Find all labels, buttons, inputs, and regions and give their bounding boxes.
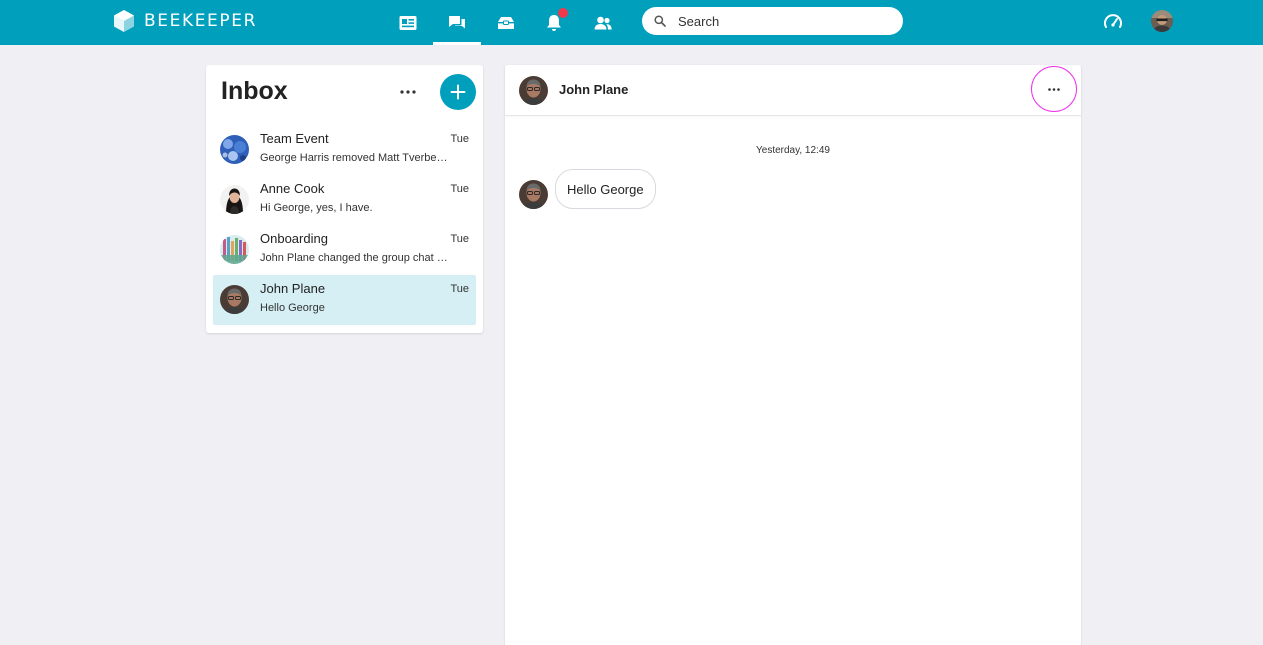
group-avatar-image	[220, 135, 249, 164]
message-bubble[interactable]: Hello George	[555, 169, 656, 209]
more-horizontal-icon	[1048, 87, 1060, 91]
search-icon	[654, 15, 666, 27]
nav-newsfeed[interactable]	[384, 0, 432, 45]
conversation-preview: John Plane changed the group chat …	[260, 252, 448, 264]
conversation-name: Onboarding	[260, 231, 328, 246]
nav-chats[interactable]	[433, 0, 481, 45]
conversation-name: Team Event	[260, 131, 329, 146]
conversation-preview: Hello George	[260, 302, 325, 314]
conversation-item[interactable]: Anne Cook Tue Hi George, yes, I have.	[213, 175, 476, 225]
man-avatar-image	[220, 285, 249, 314]
conversation-time: Tue	[450, 183, 469, 195]
man-avatar-image	[519, 76, 548, 105]
more-horizontal-icon	[400, 90, 416, 94]
notification-badge	[558, 8, 568, 18]
contact-name[interactable]: John Plane	[559, 82, 628, 97]
brand-name: BEEKEEPER	[144, 11, 257, 31]
dashboard-button[interactable]	[1101, 10, 1125, 34]
group-avatar-image	[220, 235, 249, 264]
beekeeper-logo-icon	[114, 10, 134, 32]
brand[interactable]: BEEKEEPER	[113, 9, 257, 33]
conversation-avatar	[220, 285, 249, 314]
user-avatar-image	[1151, 10, 1173, 32]
people-icon	[594, 16, 612, 29]
conversation-time: Tue	[450, 283, 469, 295]
plus-icon	[450, 84, 466, 100]
chat-panel: John Plane Yesterday, 12:49 Hello George	[505, 65, 1081, 645]
conversation-preview: George Harris removed Matt Tverbe…	[260, 152, 448, 164]
conversation-avatar	[220, 135, 249, 164]
top-bar: BEEKEEPER	[0, 0, 1263, 45]
nav-tools[interactable]	[482, 0, 530, 45]
conversation-preview: Hi George, yes, I have.	[260, 202, 373, 214]
conversation-avatar	[220, 235, 249, 264]
inbox-title: Inbox	[221, 77, 288, 105]
tools-icon	[498, 16, 514, 29]
date-divider: Yesterday, 12:49	[756, 145, 830, 156]
conversation-time: Tue	[450, 133, 469, 145]
contact-avatar[interactable]	[519, 76, 548, 105]
conversation-avatar	[220, 185, 249, 214]
nav-people[interactable]	[579, 0, 627, 45]
woman-avatar-image	[220, 185, 249, 214]
conversation-item-selected[interactable]: John Plane Tue Hello George	[213, 275, 476, 325]
chat-icon	[449, 15, 465, 28]
newsfeed-icon	[399, 15, 417, 30]
inbox-more-button[interactable]	[394, 80, 422, 104]
man-avatar-image	[519, 180, 548, 209]
search-box[interactable]	[642, 7, 903, 35]
conversation-name: John Plane	[260, 281, 326, 296]
conversation-item[interactable]: Onboarding Tue John Plane changed the gr…	[213, 225, 476, 275]
inbox-panel: Inbox Team Event Tue George Harris remov…	[206, 65, 483, 333]
conversation-time: Tue	[450, 233, 469, 245]
chat-options-button[interactable]	[1031, 66, 1077, 112]
chat-header: John Plane	[505, 65, 1081, 116]
message-sender-avatar[interactable]	[519, 180, 548, 209]
conversation-item[interactable]: Team Event Tue George Harris removed Mat…	[213, 125, 476, 175]
nav-notifications[interactable]	[530, 0, 578, 45]
speedometer-icon	[1104, 14, 1122, 28]
search-input[interactable]	[678, 13, 888, 29]
user-avatar[interactable]	[1151, 10, 1173, 32]
conversation-name: Anne Cook	[260, 181, 325, 196]
new-chat-button[interactable]	[440, 74, 476, 110]
